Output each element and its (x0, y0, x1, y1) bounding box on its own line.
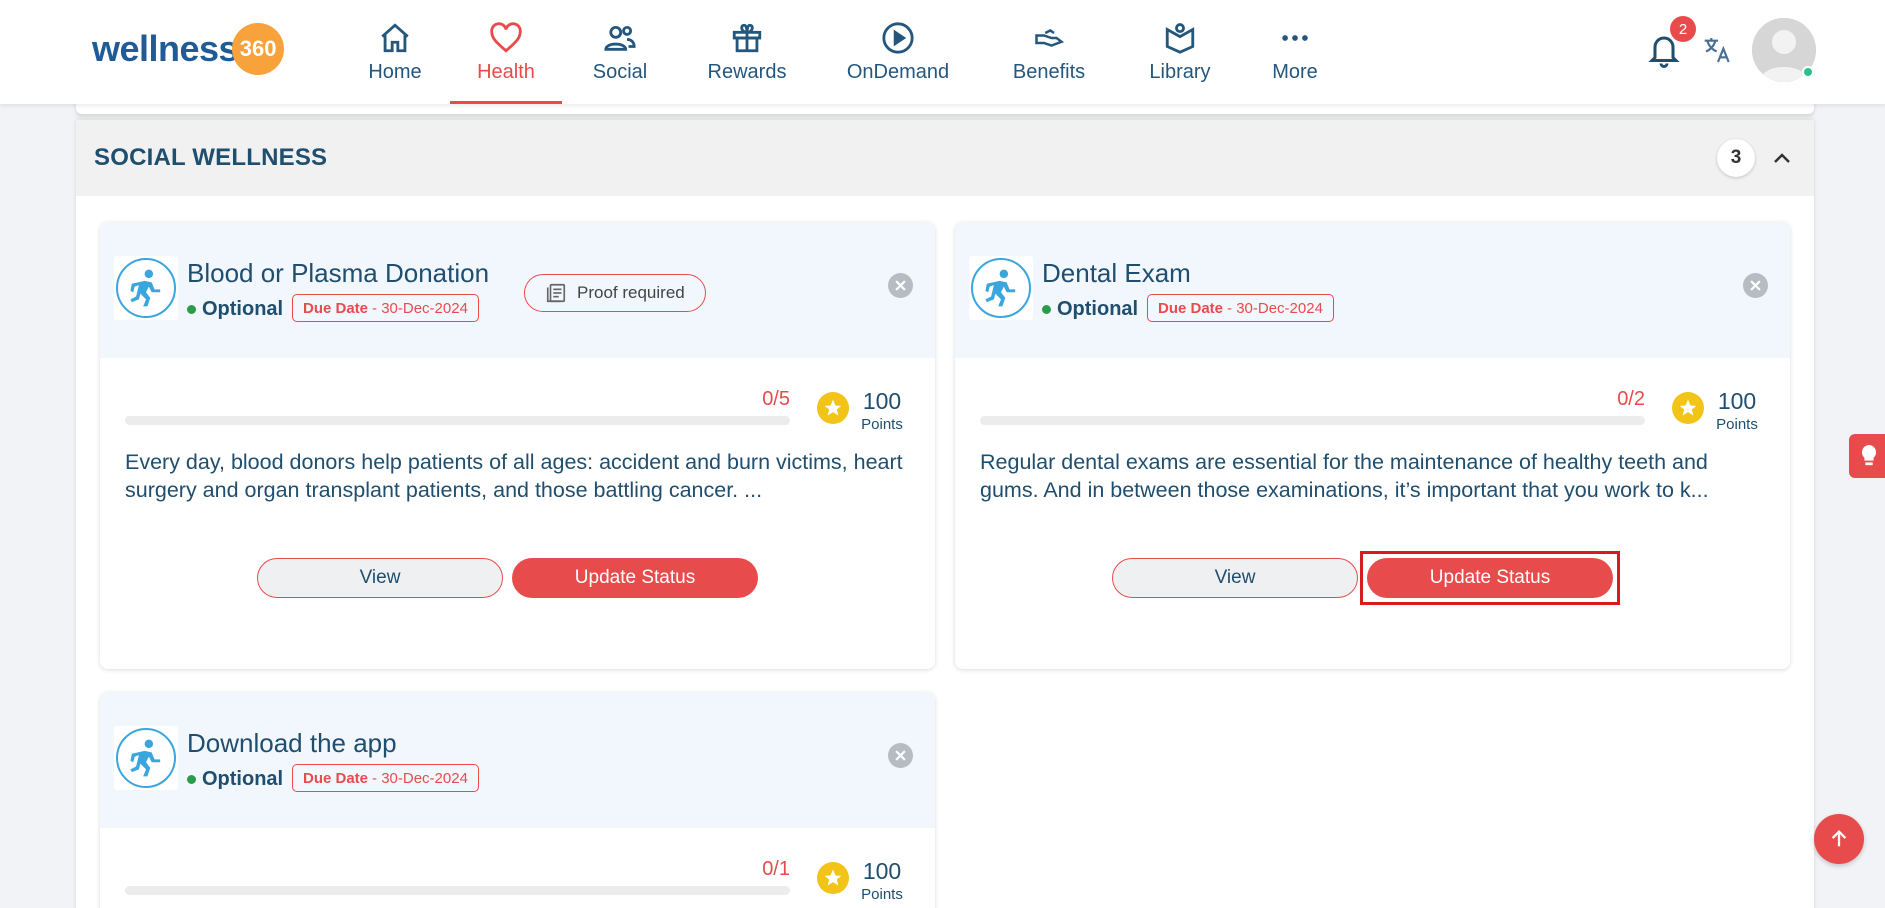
points-label: Points (861, 886, 903, 903)
due-date-label: Due Date (303, 769, 369, 787)
due-date-label: Due Date (303, 299, 369, 317)
optional-dot (187, 775, 196, 784)
points-value: 100 (862, 388, 902, 414)
notification-count-badge: 2 (1670, 16, 1696, 42)
points-value: 100 (862, 858, 902, 884)
optional-tag: Optional (1042, 298, 1138, 321)
update-status-highlight-box (1360, 551, 1620, 605)
nav-social[interactable]: Social (562, 0, 678, 104)
gift-icon (730, 21, 764, 55)
card-description: Every day, blood donors help patients of… (125, 450, 903, 502)
star-icon (817, 392, 849, 424)
people-icon (603, 21, 637, 55)
main-nav: Home Health Social Rewards OnDemand Bene… (340, 0, 1348, 104)
nav-ondemand-label: OnDemand (846, 60, 950, 83)
heart-icon (489, 21, 523, 55)
close-icon[interactable] (888, 273, 913, 298)
optional-tag: Optional (187, 768, 283, 791)
progress-bar (125, 886, 790, 895)
points-label: Points (1716, 416, 1758, 433)
view-button[interactable]: View (1112, 558, 1358, 598)
due-date-badge: Due Date - 30-Dec-2024 (1147, 294, 1334, 322)
challenge-card-dental-exam: Dental Exam Optional Due Date - 30-Dec-2… (955, 222, 1790, 669)
card-header: Dental Exam Optional Due Date - 30-Dec-2… (955, 222, 1790, 358)
nav-home[interactable]: Home (340, 0, 450, 104)
logo-badge: 360 (232, 23, 285, 75)
nav-ondemand[interactable]: OnDemand (816, 0, 980, 104)
section-count-badge: 3 (1717, 139, 1755, 177)
online-status-dot (1802, 66, 1814, 78)
proof-required-label: Proof required (577, 283, 685, 302)
progress-bar (125, 416, 790, 425)
card-title: Download the app (187, 728, 397, 758)
close-icon[interactable] (1743, 273, 1768, 298)
due-date-value: - 30-Dec-2024 (372, 769, 468, 787)
due-date-label: Due Date (1158, 299, 1224, 317)
social-wellness-section: SOCIAL WELLNESS 3 Blood or Plasma Donati… (76, 120, 1814, 908)
logo-badge-number: 360 (239, 36, 277, 61)
star-icon (817, 862, 849, 894)
section-header[interactable]: SOCIAL WELLNESS 3 (76, 120, 1814, 196)
optional-label: Optional (1057, 298, 1139, 320)
progress-count: 0/1 (762, 858, 790, 880)
due-date-badge: Due Date - 30-Dec-2024 (292, 294, 479, 322)
nav-library-label: Library (1149, 60, 1211, 83)
nav-more[interactable]: More (1242, 0, 1348, 104)
card-header: Blood or Plasma Donation Optional Due Da… (100, 222, 935, 358)
due-date-value: - 30-Dec-2024 (1227, 299, 1323, 317)
optional-dot (1042, 305, 1051, 314)
chevron-up-icon[interactable] (1770, 146, 1794, 170)
activity-runner-icon (969, 256, 1033, 320)
points-label: Points (861, 416, 903, 433)
section-title: SOCIAL WELLNESS (94, 144, 328, 171)
document-icon (546, 283, 566, 303)
proof-required-badge: Proof required (524, 274, 706, 312)
star-icon (1672, 392, 1704, 424)
home-icon (378, 21, 412, 55)
activity-runner-icon (114, 256, 178, 320)
points-value: 100 (1717, 388, 1757, 414)
top-navigation-bar: wellness 360 Home Health Social Rewards … (0, 0, 1885, 104)
nav-health-label: Health (477, 60, 535, 83)
progress-count: 0/2 (1617, 388, 1645, 410)
play-circle-icon (881, 21, 915, 55)
wellness360-logo[interactable]: wellness 360 (92, 22, 285, 76)
due-date-badge: Due Date - 30-Dec-2024 (292, 764, 479, 792)
translate-icon[interactable] (1702, 34, 1734, 66)
card-header: Download the app Optional Due Date - 30-… (100, 692, 935, 828)
more-dots-icon (1278, 21, 1312, 55)
nav-home-label: Home (368, 60, 422, 83)
optional-label: Optional (202, 768, 284, 790)
nav-rewards[interactable]: Rewards (678, 0, 816, 104)
card-description: Regular dental exams are essential for t… (980, 450, 1709, 502)
logo-text: wellness (92, 28, 239, 69)
nav-rewards-label: Rewards (707, 60, 787, 83)
nav-library[interactable]: Library (1118, 0, 1242, 104)
close-icon[interactable] (888, 743, 913, 768)
card-title: Dental Exam (1042, 258, 1191, 288)
book-icon (1163, 21, 1197, 55)
view-button[interactable]: View (257, 558, 503, 598)
card-title: Blood or Plasma Donation (187, 258, 490, 288)
nav-more-label: More (1272, 60, 1318, 83)
nav-benefits-label: Benefits (1012, 60, 1086, 83)
optional-dot (187, 305, 196, 314)
hand-benefits-icon (1032, 21, 1066, 55)
nav-social-label: Social (592, 60, 648, 83)
optional-label: Optional (202, 298, 284, 320)
lightbulb-help-icon[interactable] (1849, 434, 1885, 478)
arrow-up-icon (1831, 830, 1847, 847)
scroll-to-top-button[interactable] (1814, 814, 1864, 864)
challenge-card-download-app: Download the app Optional Due Date - 30-… (100, 692, 935, 908)
update-status-button[interactable]: Update Status (512, 558, 758, 598)
nav-benefits[interactable]: Benefits (980, 0, 1118, 104)
progress-bar (980, 416, 1645, 425)
activity-runner-icon (114, 726, 178, 790)
challenge-card-blood-donation: Blood or Plasma Donation Optional Due Da… (100, 222, 935, 669)
nav-health[interactable]: Health (450, 0, 562, 104)
due-date-value: - 30-Dec-2024 (372, 299, 468, 317)
optional-tag: Optional (187, 298, 283, 321)
progress-count: 0/5 (762, 388, 790, 410)
